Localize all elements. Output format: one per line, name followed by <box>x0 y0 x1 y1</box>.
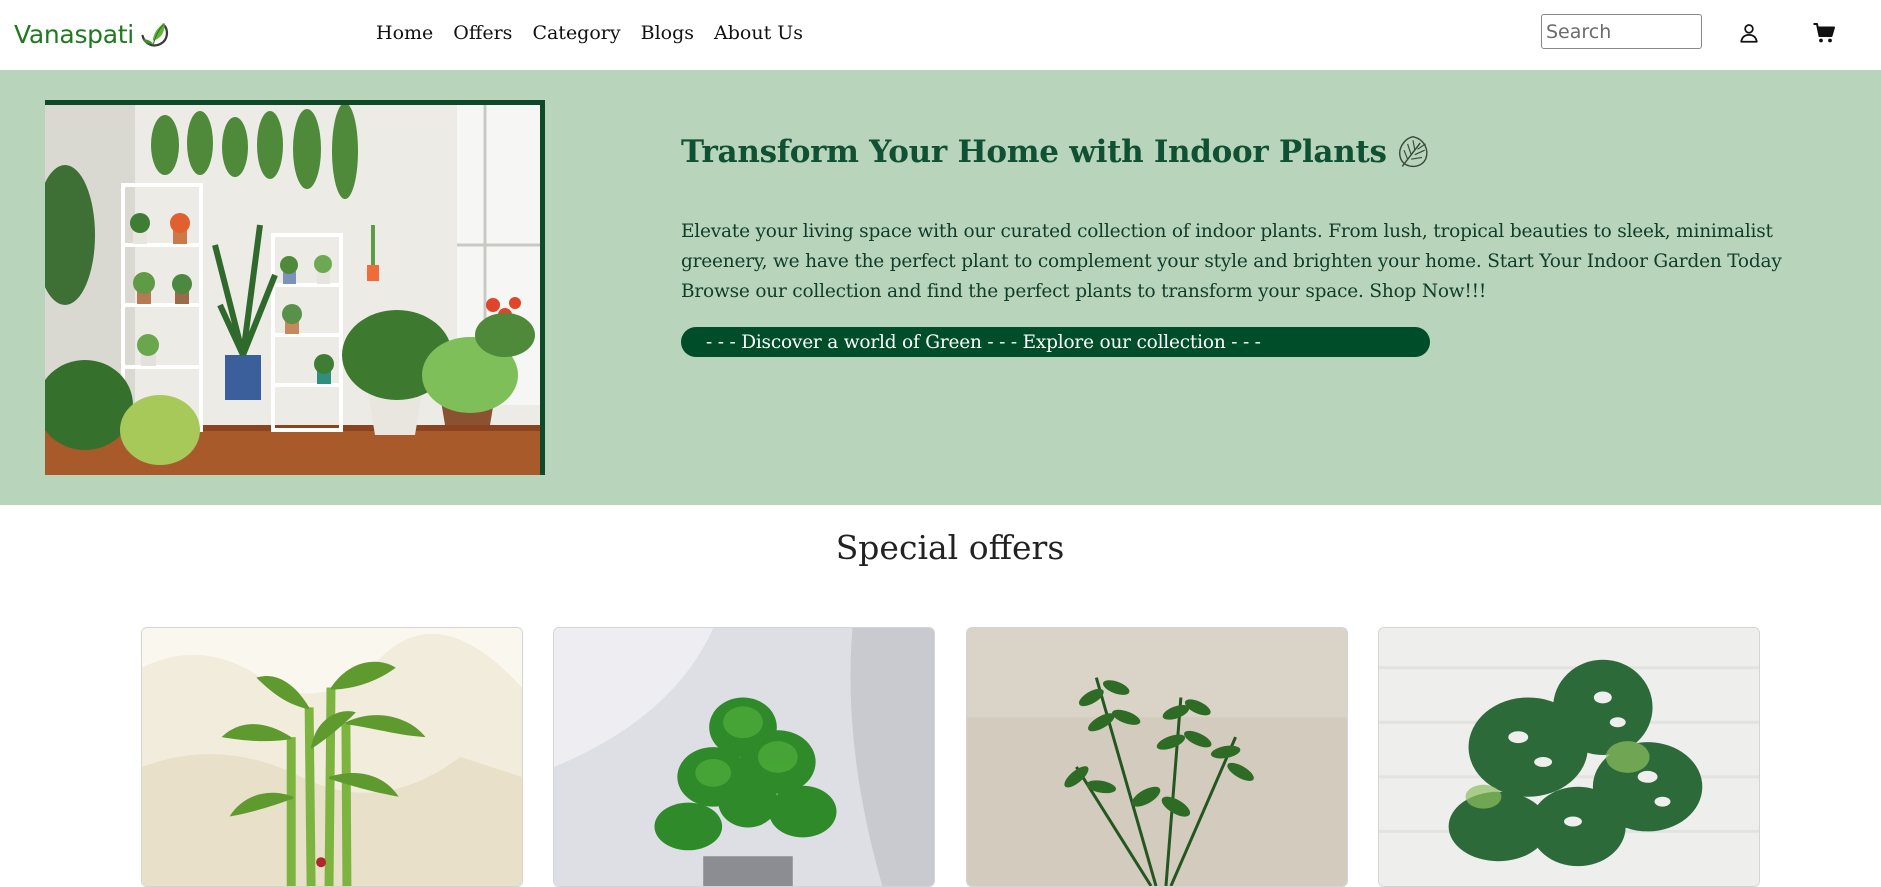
offer-card-peperomia[interactable] <box>553 627 935 887</box>
peperomia-image <box>554 628 934 886</box>
explore-collection-button[interactable]: - - - Discover a world of Green - - - Ex… <box>681 327 1430 357</box>
nav-offers[interactable]: Offers <box>453 18 512 48</box>
nav-about-us[interactable]: About Us <box>714 18 803 48</box>
offer-card-lucky-bamboo[interactable] <box>141 627 523 887</box>
hero-section: Transform Your Home with Indoor Plants E… <box>0 70 1881 505</box>
offer-card-zz-plant[interactable] <box>966 627 1348 887</box>
hero-title: Transform Your Home with Indoor Plants <box>681 134 1431 170</box>
zz-plant-image <box>967 628 1347 886</box>
cart-icon <box>1813 23 1835 43</box>
user-icon <box>1740 24 1758 43</box>
nav-blogs[interactable]: Blogs <box>641 18 694 48</box>
nav-category[interactable]: Category <box>532 18 620 48</box>
special-offers-heading: Special offers <box>835 528 1065 567</box>
search-input[interactable] <box>1541 14 1702 49</box>
monstera-image <box>1379 628 1759 886</box>
nav-home[interactable]: Home <box>376 18 433 48</box>
offer-card-monstera[interactable] <box>1378 627 1760 887</box>
brand-logo-link[interactable]: Vanaspati <box>14 14 173 54</box>
brand-name: Vanaspati <box>14 19 134 49</box>
monstera-leaf-icon <box>1398 135 1428 168</box>
cart-button[interactable] <box>1810 19 1838 47</box>
hero-image-frame <box>45 100 545 475</box>
nav-links: Home Offers Category Blogs About Us <box>376 18 823 48</box>
account-button[interactable] <box>1735 19 1763 47</box>
hero-title-text: Transform Your Home with Indoor Plants <box>681 134 1387 170</box>
hero-description: Elevate your living space with our curat… <box>681 221 1782 302</box>
sprout-logo-icon <box>141 22 168 47</box>
lucky-bamboo-image <box>142 628 522 886</box>
navbar: Vanaspati Home Offers Category Blogs Abo… <box>0 0 1881 70</box>
hero-plant-room-image <box>45 105 540 475</box>
